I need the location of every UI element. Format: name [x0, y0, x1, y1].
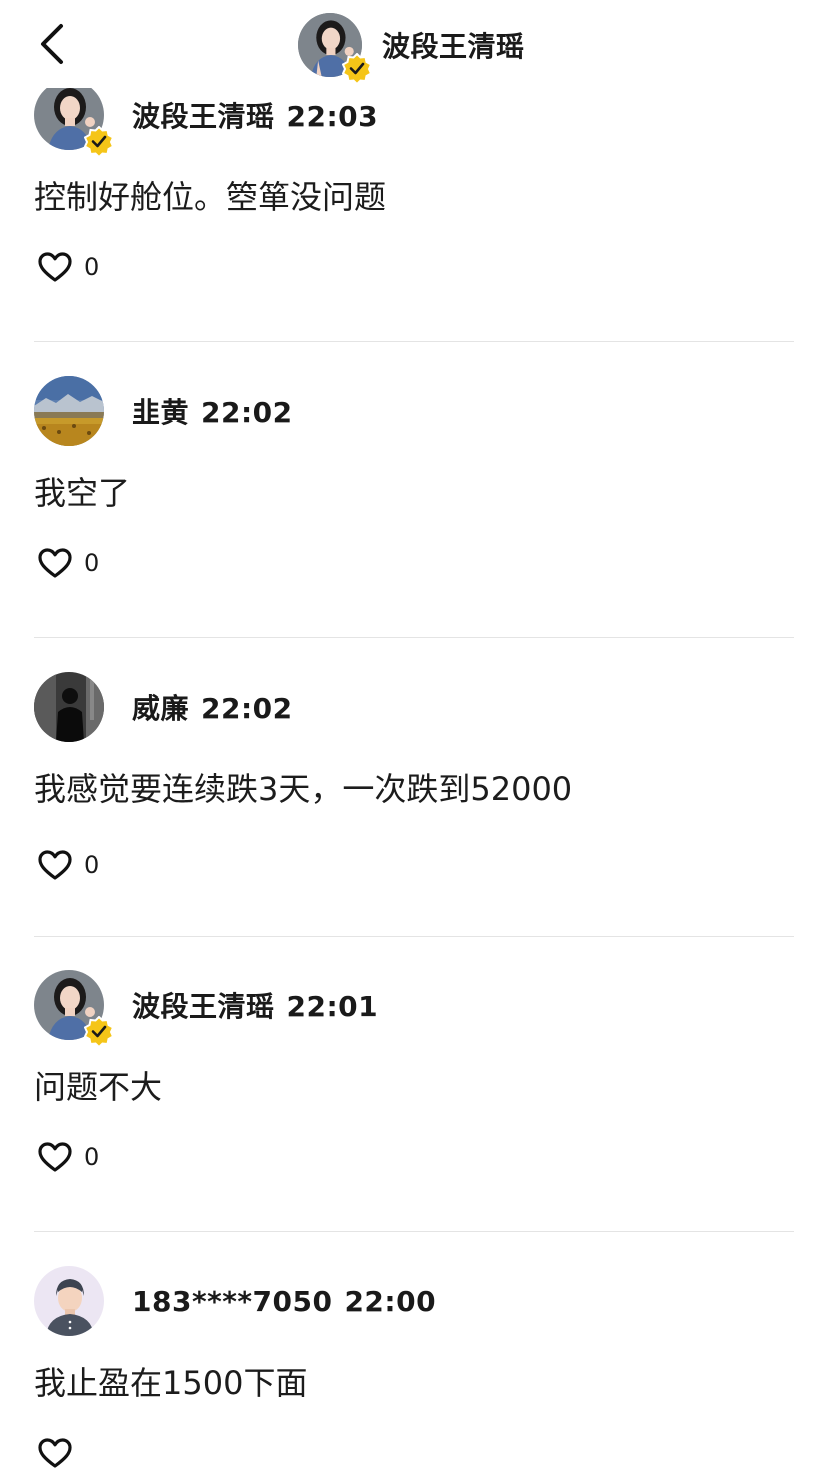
author-avatar[interactable]	[34, 376, 104, 446]
like-count: 0	[84, 253, 100, 281]
author-name[interactable]: 波段王清瑶	[132, 100, 275, 133]
author-avatar[interactable]	[34, 1266, 104, 1336]
comment-time: 22:02	[201, 396, 293, 429]
comment-item: 波段王清瑶 22:01 问题不大 0	[34, 969, 794, 1177]
heart-icon	[38, 850, 72, 880]
comment-item: 183****7050 22:00 我止盈在1500下面	[34, 1265, 794, 1473]
author-name-time: 韭黄 22:02	[132, 391, 293, 431]
top-bar: 波段王清瑶	[0, 0, 828, 88]
like-count: 0	[84, 1143, 100, 1171]
back-button[interactable]	[30, 18, 74, 70]
author-avatar[interactable]	[34, 80, 114, 156]
comment-time: 22:00	[344, 1284, 437, 1318]
header-profile[interactable]: 波段王清瑶	[298, 13, 525, 83]
like-button[interactable]	[36, 847, 74, 883]
comment-item: 波段王清瑶 22:03 控制好舱位。箜箪没问题 0	[34, 79, 794, 287]
landscape-avatar	[34, 376, 104, 446]
author-name[interactable]: 波段王清瑶	[132, 990, 275, 1023]
header-avatar[interactable]	[298, 13, 372, 83]
author-avatar[interactable]	[34, 970, 114, 1046]
author-name-time: 威廉 22:02	[132, 687, 293, 727]
like-button[interactable]	[36, 545, 74, 581]
comment-item: 威廉 22:02 我感觉要连续跌3天，一次跌到52000 0	[34, 671, 794, 885]
author-name[interactable]: 韭黄	[132, 396, 189, 429]
comment-time: 22:03	[286, 100, 379, 133]
comment-text: 我空了	[34, 474, 131, 512]
comment-text: 控制好舱位。箜箪没问题	[34, 178, 387, 216]
comment-text: 问题不大	[34, 1068, 163, 1106]
like-count: 0	[84, 851, 100, 879]
like-button[interactable]	[36, 1435, 74, 1471]
like-button[interactable]	[36, 1139, 74, 1175]
comment-text: 我止盈在1500下面	[34, 1364, 308, 1402]
divider	[34, 1231, 794, 1232]
author-name[interactable]: 威廉	[132, 692, 189, 725]
author-name-time: 183****7050 22:00	[132, 1285, 436, 1318]
divider	[34, 341, 794, 342]
heart-icon	[38, 548, 72, 578]
author-name[interactable]: 183****7050	[132, 1285, 332, 1318]
comment-time: 22:02	[201, 692, 293, 725]
heart-icon	[38, 252, 72, 282]
author-name-time: 波段王清瑶 22:01	[132, 985, 378, 1025]
divider	[34, 637, 794, 638]
divider	[34, 936, 794, 937]
comment-item: 韭黄 22:02 我空了 0	[34, 375, 794, 583]
heart-icon	[38, 1142, 72, 1172]
verified-badge-icon	[342, 53, 372, 83]
author-avatar[interactable]	[34, 672, 104, 742]
like-count: 0	[84, 549, 100, 577]
chevron-left-icon	[41, 24, 63, 64]
author-name-time: 波段王清瑶 22:03	[132, 95, 378, 135]
default-man-avatar	[34, 1266, 104, 1336]
verified-badge-icon	[84, 1016, 114, 1046]
comment-time: 22:01	[286, 990, 379, 1023]
comment-text: 我感觉要连续跌3天，一次跌到52000	[34, 770, 573, 808]
like-button[interactable]	[36, 249, 74, 285]
verified-badge-icon	[84, 126, 114, 156]
header-title: 波段王清瑶	[382, 30, 525, 63]
dark-figure-avatar	[34, 672, 104, 742]
heart-icon	[38, 1438, 72, 1468]
